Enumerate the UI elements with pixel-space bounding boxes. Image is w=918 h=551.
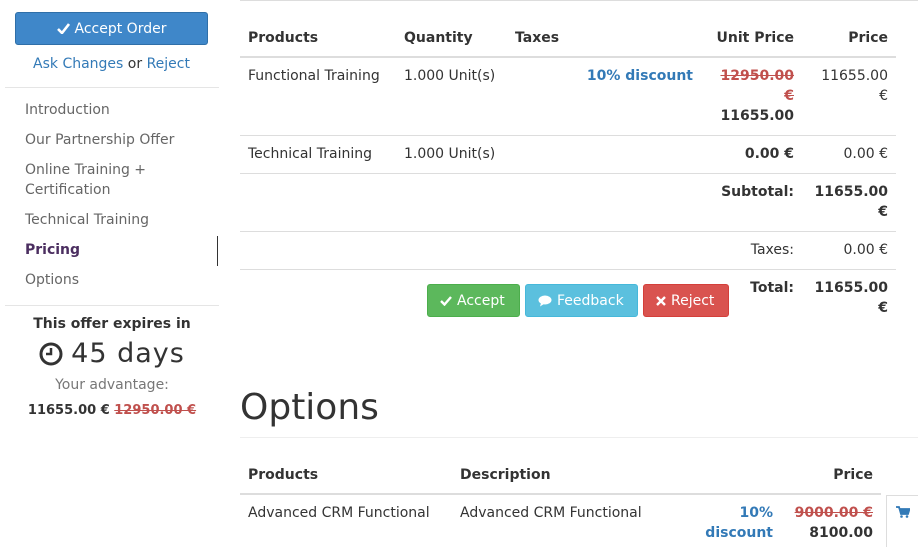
table-row: Technical Training 1.000 Unit(s) 0.00 € …: [240, 135, 896, 174]
feedback-label: Feedback: [557, 292, 624, 309]
expires-title: This offer expires in: [33, 316, 191, 332]
check-icon: [440, 295, 452, 306]
col-taxes: Taxes: [507, 20, 571, 58]
row-product: Functional Training: [240, 56, 396, 136]
options-divider: [240, 437, 918, 438]
table-row: Advanced CRM Functional Advanced CRM Fun…: [240, 494, 881, 551]
option-product: Advanced CRM Functional: [248, 505, 430, 521]
nav-divider-top: [5, 87, 219, 88]
col-quantity: Quantity: [396, 20, 507, 58]
sidebar-nav: Introduction Our Partnership Offer Onlin…: [25, 100, 217, 300]
row-quantity: 1.000 Unit(s): [396, 135, 507, 174]
option-discount: 10% discount: [705, 505, 773, 541]
add-to-cart-button[interactable]: [886, 495, 918, 547]
col-products: Products: [240, 20, 396, 58]
total-value: 11655.00 €: [802, 269, 896, 327]
col-option-description: Description: [452, 457, 664, 495]
accept-order-label: Accept Order: [74, 20, 167, 37]
col-option-price: Price: [781, 457, 881, 495]
row-unit-price: 12950.00 € 11655.00: [701, 56, 802, 136]
option-price-old: 9000.00 €: [794, 505, 873, 521]
row-quantity: 1.000 Unit(s): [396, 56, 507, 136]
subtotal-value: 11655.00 €: [802, 173, 896, 232]
row-unit-price-new: 11655.00: [720, 108, 794, 124]
close-icon: [656, 295, 666, 306]
taxes-row: Taxes: 0.00 €: [240, 231, 896, 270]
options-table: Products Description Price Advanced CRM …: [240, 457, 881, 551]
row-product: Technical Training: [240, 135, 396, 174]
row-unit-price: 0.00 €: [701, 135, 802, 174]
col-unit-price: Unit Price: [701, 20, 802, 58]
row-price: 11655.00 €: [802, 56, 896, 136]
nav-item-technical-training[interactable]: Technical Training: [25, 210, 217, 240]
taxes-value: 0.00 €: [802, 231, 896, 270]
subtotal-label: Subtotal:: [701, 173, 802, 232]
nav-item-online-training[interactable]: Online Training + Certification: [25, 160, 217, 210]
col-price: Price: [802, 20, 896, 58]
action-buttons: Accept Feedback Reject: [427, 284, 729, 317]
or-text: or: [127, 56, 143, 72]
nav-item-pricing[interactable]: Pricing: [25, 240, 217, 270]
top-divider: [240, 0, 918, 1]
nav-item-options[interactable]: Options: [25, 270, 217, 300]
col-discount: [571, 20, 701, 58]
nav-active-indicator: [217, 236, 218, 266]
row-taxes: [507, 56, 571, 136]
expires-days-value: 45 days: [71, 338, 185, 369]
advantage-value: 11655.00 €: [27, 403, 110, 418]
advantage-label: Your advantage:: [55, 377, 169, 393]
check-icon: [56, 23, 70, 34]
accept-button[interactable]: Accept: [427, 284, 520, 317]
option-description: Advanced CRM Functional: [460, 505, 642, 521]
pricing-table: Products Quantity Taxes Unit Price Price…: [240, 20, 896, 327]
option-price-new: 8100.00: [809, 525, 873, 541]
options-header-row: Products Description Price: [240, 457, 881, 495]
taxes-label: Taxes:: [701, 231, 802, 270]
expires-days: 45 days: [5, 338, 219, 369]
advantage-values: 11655.00 € 12950.00 €: [5, 403, 219, 418]
row-unit-price-old: 12950.00 €: [720, 68, 794, 104]
options-title: Options: [240, 387, 379, 428]
clock-icon: [39, 342, 63, 365]
comment-icon: [538, 295, 552, 306]
offer-expiry: This offer expires in 45 days Your advan…: [5, 316, 219, 418]
nav-divider-bottom: [5, 305, 219, 306]
shopping-cart-icon: [895, 506, 910, 518]
reject-label: Reject: [671, 292, 715, 309]
feedback-button[interactable]: Feedback: [525, 284, 638, 317]
accept-label: Accept: [457, 292, 505, 309]
ask-changes-link[interactable]: Ask Changes: [33, 56, 123, 72]
row-discount: 10% discount: [571, 56, 701, 136]
nav-item-partnership-offer[interactable]: Our Partnership Offer: [25, 130, 217, 160]
row-price: 0.00 €: [802, 135, 896, 174]
col-option-products: Products: [240, 457, 452, 495]
nav-item-introduction[interactable]: Introduction: [25, 100, 217, 130]
row-taxes: [507, 135, 571, 174]
option-price: 9000.00 € 8100.00: [781, 494, 881, 551]
pricing-header-row: Products Quantity Taxes Unit Price Price: [240, 20, 896, 58]
sidebar: Accept Order Ask Changes or Reject Intro…: [0, 0, 220, 547]
reject-link[interactable]: Reject: [147, 56, 190, 72]
reject-button[interactable]: Reject: [643, 284, 729, 317]
advantage-old-value: 12950.00 €: [114, 403, 197, 418]
col-option-discount: [664, 457, 781, 495]
table-row: Functional Training 1.000 Unit(s) 10% di…: [240, 56, 896, 136]
accept-order-button[interactable]: Accept Order: [15, 12, 208, 45]
ask-changes-line: Ask Changes or Reject: [0, 56, 223, 72]
subtotal-row: Subtotal: 11655.00 €: [240, 173, 896, 232]
row-discount: [571, 135, 701, 174]
